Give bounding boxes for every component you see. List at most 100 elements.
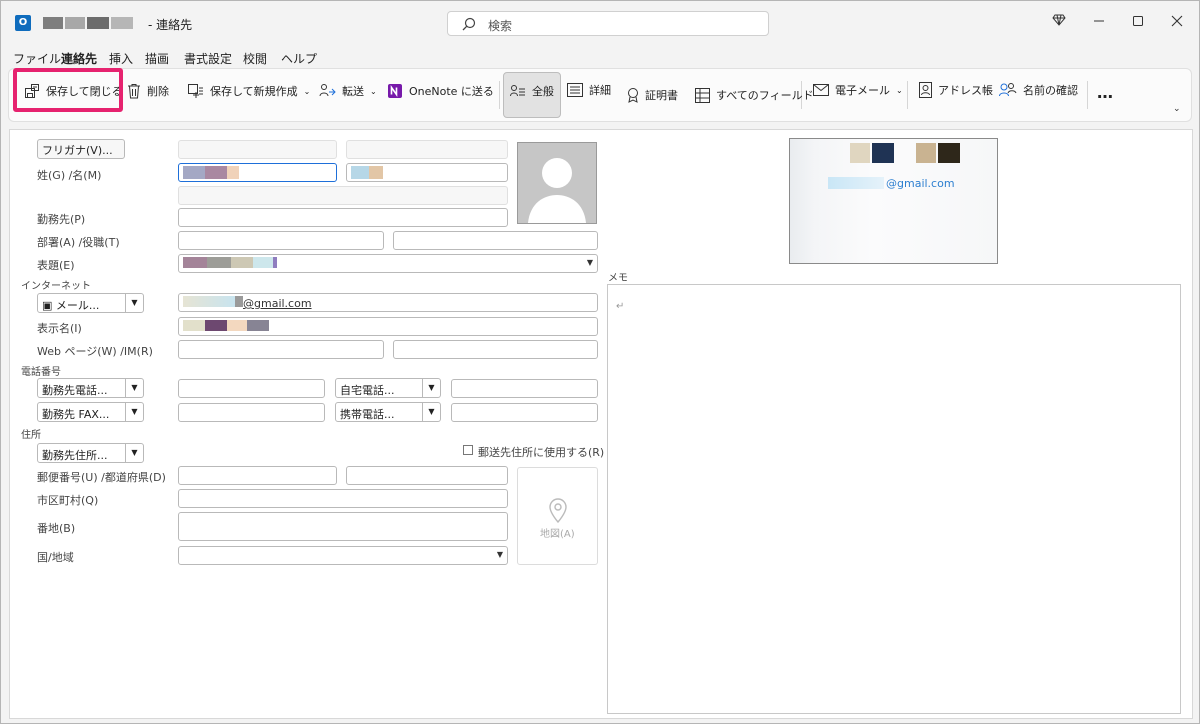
general-view-button[interactable]: 全般 — [503, 72, 561, 118]
mailing-address-checkbox[interactable] — [463, 445, 473, 455]
save-new-label: 保存して新規作成 — [210, 85, 298, 98]
redacted-block — [850, 143, 870, 163]
memo-label: メモ — [608, 273, 628, 284]
address-dd-label: 勤務先住所... — [42, 449, 108, 462]
forward-label: 転送 — [342, 85, 364, 98]
dropdown-arrow-icon[interactable]: ▼ — [587, 258, 593, 267]
first-name-input[interactable] — [346, 163, 508, 182]
close-button[interactable] — [1167, 13, 1187, 33]
dropdown-arrow-icon[interactable]: ▼ — [497, 550, 503, 559]
email-label: 電子メール — [835, 84, 890, 97]
middle-name-input[interactable] — [178, 186, 508, 205]
email-type-value: ▣ メール... — [42, 297, 99, 313]
web-page-input[interactable] — [178, 340, 384, 359]
dept-title-label: 部署(A) /役職(T) — [37, 236, 120, 249]
map-button[interactable]: 地図(A) — [517, 467, 598, 565]
business-card[interactable]: @gmail.com — [789, 138, 998, 264]
file-as-combo[interactable]: ▼ — [178, 254, 598, 273]
certificates-button[interactable]: 証明書 — [627, 87, 678, 103]
ribbon-separator — [1087, 81, 1088, 109]
address-book-label: アドレス帳 — [938, 84, 993, 97]
phone1-label: 勤務先電話... — [42, 384, 108, 397]
address-type-dropdown[interactable]: 勤務先住所... ▼ — [37, 443, 144, 463]
all-fields-icon — [695, 87, 710, 103]
web-im-label: Web ページ(W) /IM(R) — [37, 345, 153, 358]
phone4-input[interactable] — [451, 403, 598, 422]
delete-button[interactable]: 削除 — [127, 83, 169, 99]
address-book-icon — [919, 82, 932, 98]
onenote-button[interactable]: OneNote に送る — [387, 83, 494, 99]
phone2-label: 自宅電話... — [340, 384, 395, 397]
zip-input[interactable] — [178, 466, 337, 485]
menu-insert[interactable]: 挿入 — [109, 50, 133, 67]
diamond-icon[interactable] — [1049, 13, 1069, 33]
email-input[interactable]: @gmail.com — [178, 293, 598, 312]
contact-photo[interactable] — [517, 142, 597, 224]
search-box[interactable]: 検索 — [447, 11, 769, 36]
phone1-input[interactable] — [178, 379, 325, 398]
redacted-block — [369, 166, 383, 179]
menu-help[interactable]: ヘルプ — [281, 50, 317, 67]
minimize-button[interactable] — [1089, 13, 1109, 33]
forward-button[interactable]: 転送 ⌄ — [319, 83, 377, 99]
details-button[interactable]: 詳細 — [567, 82, 611, 98]
phone3-dropdown[interactable]: 勤務先 FAX... ▼ — [37, 402, 144, 422]
phone1-dropdown[interactable]: 勤務先電話... ▼ — [37, 378, 144, 398]
furigana-button[interactable]: フリガナ(V)... — [37, 139, 125, 159]
redacted-block — [183, 257, 207, 268]
city-input[interactable] — [178, 489, 508, 508]
redacted-name — [43, 17, 63, 29]
phone3-input[interactable] — [178, 403, 325, 422]
department-input[interactable] — [178, 231, 384, 250]
phone-section-label: 電話番号 — [21, 367, 61, 378]
check-names-button[interactable]: 名前の確認 — [999, 82, 1078, 98]
general-label: 全般 — [532, 85, 554, 98]
file-as-label: 表題(E) — [37, 259, 75, 272]
dropdown-arrow-icon: ▼ — [422, 379, 440, 397]
menu-draw[interactable]: 描画 — [145, 50, 169, 67]
city-label: 市区町村(Q) — [37, 494, 99, 507]
im-address-input[interactable] — [393, 340, 598, 359]
zip-pref-label: 郵便番号(U) /都道府県(D) — [37, 471, 166, 484]
certificate-icon — [628, 88, 638, 103]
email-button[interactable]: 電子メール ⌄ — [813, 82, 903, 98]
prefecture-input[interactable] — [346, 466, 508, 485]
title-label: 連絡先 — [156, 18, 193, 32]
maximize-button[interactable] — [1128, 13, 1148, 33]
dropdown-arrow-icon: ▼ — [422, 403, 440, 421]
outlook-icon: O — [15, 15, 31, 31]
company-input[interactable] — [178, 208, 508, 227]
phone4-dropdown[interactable]: 携帯電話... ▼ — [335, 402, 441, 422]
street-input[interactable] — [178, 512, 508, 541]
ribbon-expand-icon[interactable]: ⌄ — [1173, 104, 1181, 114]
furigana-first-input[interactable] — [346, 140, 508, 159]
phone2-dropdown[interactable]: 自宅電話... ▼ — [335, 378, 441, 398]
address-book-button[interactable]: アドレス帳 — [919, 82, 993, 98]
email-dd-label: メール... — [55, 299, 100, 312]
redacted-name — [65, 17, 85, 29]
menu-format[interactable]: 書式設定 — [184, 50, 232, 67]
all-fields-button[interactable]: すべてのフィールド — [695, 87, 814, 103]
trash-icon — [128, 84, 140, 99]
save-new-button[interactable]: 保存して新規作成 ⌄ — [187, 83, 310, 99]
country-combo[interactable]: ▼ — [178, 546, 508, 565]
company-label: 勤務先(P) — [37, 213, 86, 226]
menu-file[interactable]: ファイル — [13, 50, 61, 67]
furigana-last-input[interactable] — [178, 140, 337, 159]
email-type-dropdown[interactable]: ▣ メール... ▼ — [37, 293, 144, 313]
last-name-input[interactable] — [178, 163, 337, 182]
search-placeholder: 検索 — [488, 19, 513, 33]
menu-contact[interactable]: 連絡先 — [61, 50, 97, 67]
ribbon-separator — [499, 81, 500, 109]
contact-window: O - 連絡先 検索 ファイル 連絡先 挿入 描画 書式設定 校閲 ヘルプ 保存… — [0, 0, 1200, 724]
memo-textarea[interactable]: ↵ — [607, 284, 1181, 714]
more-options-button[interactable]: … — [1097, 83, 1113, 102]
redacted-block — [253, 257, 273, 268]
dropdown-arrow-icon: ▼ — [125, 379, 143, 397]
redacted-block — [183, 166, 205, 179]
map-label: 地図(A) — [540, 529, 575, 540]
job-title-input[interactable] — [393, 231, 598, 250]
phone2-input[interactable] — [451, 379, 598, 398]
display-name-input[interactable] — [178, 317, 598, 336]
menu-review[interactable]: 校閲 — [243, 50, 267, 67]
